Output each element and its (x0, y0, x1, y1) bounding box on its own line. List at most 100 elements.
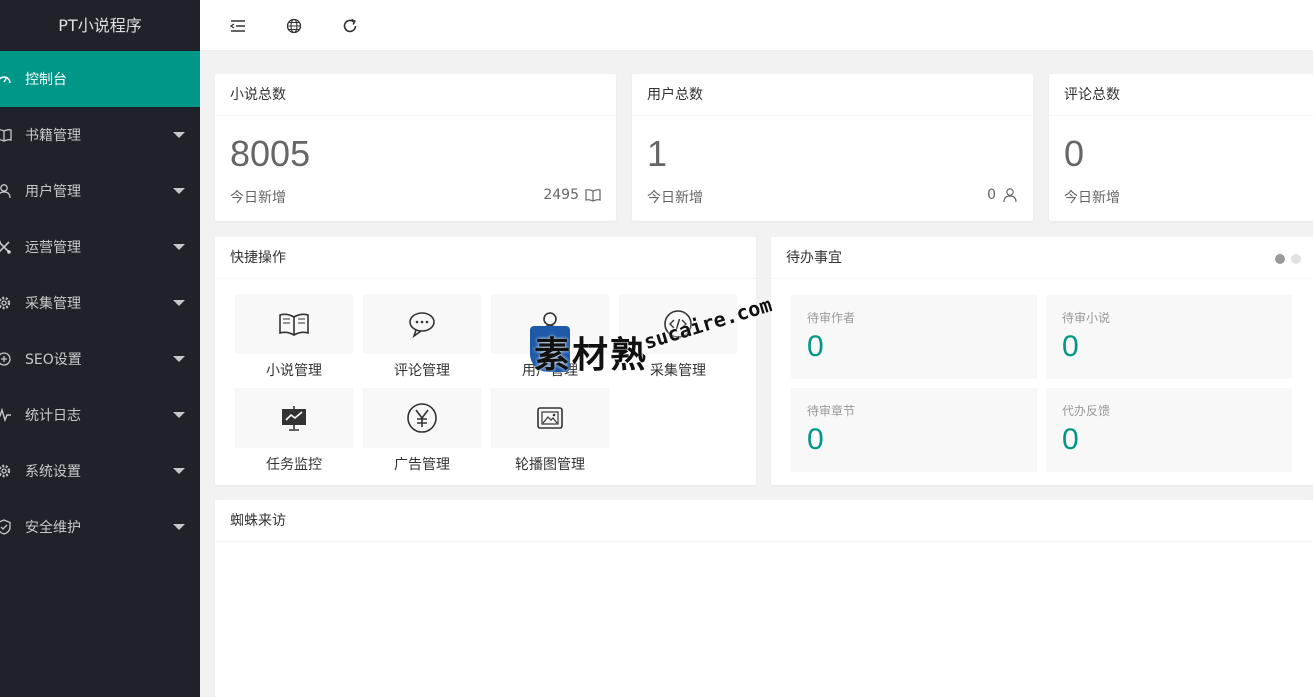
user-icon (534, 308, 566, 340)
todo-item-pending-authors[interactable]: 待审作者 0 (791, 295, 1037, 379)
quick-action-task-monitor[interactable]: 任务监控 (235, 388, 353, 478)
todo-label: 代办反馈 (1062, 404, 1111, 418)
carousel-indicator (1275, 254, 1301, 264)
carousel-dot[interactable] (1275, 254, 1285, 264)
quick-action-label: 用户管理 (522, 363, 578, 379)
sidebar-item-label: 系统设置 (25, 464, 81, 480)
sidebar-item-seo[interactable]: SEO设置 (0, 331, 200, 387)
sidebar-item-label: 控制台 (25, 72, 67, 88)
sidebar-item-books[interactable]: 书籍管理 (0, 107, 200, 163)
sidebar-item-users[interactable]: 用户管理 (0, 163, 200, 219)
quick-action-label: 任务监控 (266, 457, 322, 473)
chevron-down-icon (173, 412, 185, 418)
book-icon (278, 308, 310, 340)
sidebar-item-label: 采集管理 (25, 296, 81, 312)
today-value: 2495 (543, 187, 601, 203)
sidebar-item-label: 统计日志 (25, 408, 81, 424)
stat-value: 8005 (230, 133, 311, 174)
today-label: 今日新增 (230, 190, 286, 206)
sidebar-item-label: 用户管理 (25, 184, 81, 200)
chevron-down-icon (173, 524, 185, 530)
card-title: 评论总数 (1049, 74, 1313, 116)
quick-action-label: 广告管理 (394, 457, 450, 473)
sidebar-item-security[interactable]: 安全维护 (0, 499, 200, 555)
dashboard-icon (0, 71, 12, 87)
card-title: 快捷操作 (215, 237, 756, 279)
sidebar-item-dashboard[interactable]: 控制台 (0, 51, 200, 107)
todo-value: 0 (1062, 423, 1079, 456)
image-icon (534, 402, 566, 434)
sidebar-item-label: 安全维护 (25, 520, 81, 536)
quick-actions-card: 快捷操作 小说管理 评论管理 用户管理 采集管理 任务监控 广告管理 轮播图管理 (215, 237, 756, 485)
todo-label: 待审作者 (807, 311, 856, 325)
sidebar-nav: 控制台 书籍管理 用户管理 运营管理 采集管理 SEO设置 统计日志 系统设置 … (0, 51, 200, 555)
todo-card: 待办事宜 待审作者 0 待审小说 0 待审章节 0 代办反馈 0 (771, 237, 1313, 485)
gear-icon (0, 463, 12, 479)
today-count: 0 (987, 187, 996, 203)
seo-icon (0, 351, 12, 367)
todo-item-pending-novels[interactable]: 待审小说 0 (1046, 295, 1292, 379)
today-label: 今日新增 (647, 190, 703, 206)
sidebar-item-label: 书籍管理 (25, 128, 81, 144)
gear-icon (0, 295, 12, 311)
refresh-icon[interactable] (341, 17, 359, 35)
stat-value: 1 (647, 133, 668, 174)
sidebar-item-label: SEO设置 (25, 352, 82, 368)
spider-visits-chart-area (215, 543, 1313, 697)
shield-icon (0, 519, 12, 535)
quick-action-carousel-manage[interactable]: 轮播图管理 (491, 388, 609, 478)
todo-value: 0 (807, 330, 824, 363)
stat-card-comments: 评论总数 0 今日新增 (1049, 74, 1313, 221)
quick-action-label: 采集管理 (650, 363, 706, 379)
stat-card-users: 用户总数 1 今日新增 0 (632, 74, 1033, 221)
stat-card-novels: 小说总数 8005 今日新增 2495 (215, 74, 616, 221)
sidebar-item-collection[interactable]: 采集管理 (0, 275, 200, 331)
quick-action-label: 轮播图管理 (515, 457, 585, 473)
todo-value: 0 (807, 423, 824, 456)
chevron-down-icon (173, 300, 185, 306)
spider-visits-card: 蜘蛛来访 (215, 500, 1313, 697)
book-icon (585, 187, 601, 203)
card-title: 蜘蛛来访 (215, 500, 1313, 542)
user-icon (1002, 187, 1018, 203)
quick-action-label: 评论管理 (394, 363, 450, 379)
todo-label: 待审小说 (1062, 311, 1111, 325)
menu-collapse-icon[interactable] (229, 17, 247, 35)
top-header (200, 0, 1313, 51)
book-icon (0, 127, 12, 143)
tools-icon (0, 239, 12, 255)
sidebar-item-stats-log[interactable]: 统计日志 (0, 387, 200, 443)
yen-icon (406, 402, 438, 434)
pulse-icon (0, 407, 12, 423)
quick-action-label: 小说管理 (266, 363, 322, 379)
today-count: 2495 (543, 187, 579, 203)
chevron-down-icon (173, 132, 185, 138)
todo-label: 待审章节 (807, 404, 856, 418)
sidebar-item-label: 运营管理 (25, 240, 81, 256)
chevron-down-icon (173, 244, 185, 250)
user-icon (0, 183, 12, 199)
quick-action-comment-manage[interactable]: 评论管理 (363, 294, 481, 384)
quick-action-user-manage[interactable]: 用户管理 (491, 294, 609, 384)
quick-action-collect-manage[interactable]: 采集管理 (619, 294, 737, 384)
chevron-down-icon (173, 356, 185, 362)
card-title: 待办事宜 (771, 237, 1313, 279)
monitor-icon (278, 402, 310, 434)
card-title: 用户总数 (632, 74, 1033, 116)
quick-action-novel-manage[interactable]: 小说管理 (235, 294, 353, 384)
sidebar-item-system-settings[interactable]: 系统设置 (0, 443, 200, 499)
chevron-down-icon (173, 188, 185, 194)
carousel-dot[interactable] (1291, 254, 1301, 264)
comment-icon (406, 308, 438, 340)
app-logo-title[interactable]: PT小说程序 (0, 0, 200, 51)
todo-item-feedback[interactable]: 代办反馈 0 (1046, 388, 1292, 472)
globe-icon[interactable] (285, 17, 303, 35)
sidebar-item-operations[interactable]: 运营管理 (0, 219, 200, 275)
chevron-down-icon (173, 468, 185, 474)
quick-action-ad-manage[interactable]: 广告管理 (363, 388, 481, 478)
card-title: 小说总数 (215, 74, 616, 116)
today-label: 今日新增 (1064, 190, 1120, 206)
stat-value: 0 (1064, 133, 1085, 174)
today-value: 0 (987, 187, 1018, 203)
todo-item-pending-chapters[interactable]: 待审章节 0 (791, 388, 1037, 472)
